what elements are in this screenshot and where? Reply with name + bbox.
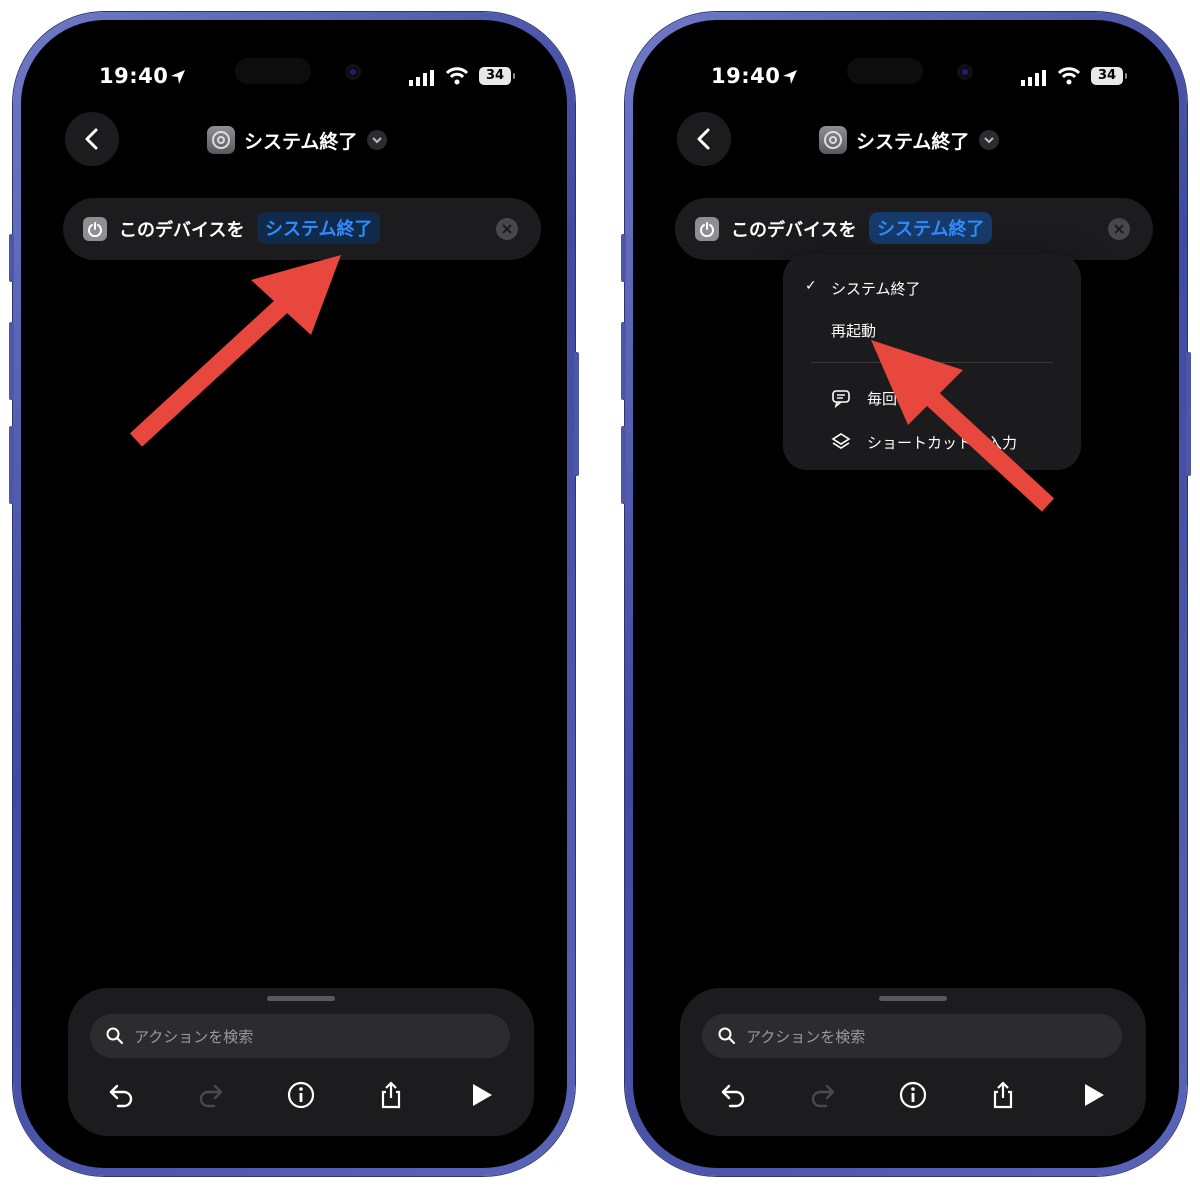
action-parameter[interactable]: システム終了 <box>869 212 993 244</box>
redo-icon[interactable] <box>808 1080 838 1110</box>
volume-down-button <box>621 426 626 504</box>
undo-icon[interactable] <box>718 1080 748 1110</box>
power-icon <box>83 217 107 241</box>
screen-left: 19:40 34 システム終了 このデバイスを システム終了 アクションを検索 <box>21 20 567 1168</box>
settings-gear-icon <box>819 126 847 154</box>
back-button[interactable] <box>65 112 119 166</box>
info-icon[interactable] <box>286 1080 316 1110</box>
wifi-icon <box>445 67 469 85</box>
location-arrow-icon <box>171 70 185 84</box>
play-icon[interactable] <box>1078 1080 1108 1110</box>
cellular-signal-icon <box>409 70 434 86</box>
screen-right: 19:40 34 システム終了 このデバイスを システム終了 ✓ システム終了 … <box>633 20 1179 1168</box>
action-button <box>621 234 626 282</box>
back-button[interactable] <box>677 112 731 166</box>
redo-icon[interactable] <box>196 1080 226 1110</box>
wifi-icon <box>1057 67 1081 85</box>
volume-down-button <box>9 426 14 504</box>
volume-up-button <box>9 322 14 400</box>
sheet-grabber[interactable] <box>879 996 947 1001</box>
location-arrow-icon <box>783 70 797 84</box>
battery-indicator: 34 <box>479 67 515 85</box>
play-icon[interactable] <box>466 1080 496 1110</box>
power-icon <box>695 217 719 241</box>
settings-gear-icon <box>207 126 235 154</box>
search-placeholder: アクションを検索 <box>746 1028 866 1046</box>
menu-item-shutdown[interactable]: ✓ システム終了 <box>783 270 1081 306</box>
checkmark-icon: ✓ <box>805 278 817 294</box>
close-icon <box>502 224 512 234</box>
speech-bubble-icon <box>832 390 850 408</box>
shortcut-title[interactable]: システム終了 <box>819 126 1000 154</box>
remove-action-button[interactable] <box>496 218 518 240</box>
front-camera <box>957 64 973 80</box>
chevron-left-icon <box>85 128 98 150</box>
undo-icon[interactable] <box>106 1080 136 1110</box>
action-search-sheet: アクションを検索 <box>68 988 534 1136</box>
action-search-sheet: アクションを検索 <box>680 988 1146 1136</box>
phone-frame-left: 19:40 34 システム終了 このデバイスを システム終了 アクションを検索 <box>9 12 579 1176</box>
front-camera <box>345 64 361 80</box>
close-icon <box>1114 224 1124 234</box>
search-input[interactable]: アクションを検索 <box>90 1014 510 1058</box>
chevron-left-icon <box>697 128 710 150</box>
search-placeholder: アクションを検索 <box>134 1028 254 1046</box>
action-button <box>9 234 14 282</box>
action-text: このデバイスを <box>731 220 857 241</box>
page-title: システム終了 <box>856 130 970 153</box>
remove-action-button[interactable] <box>1108 218 1130 240</box>
layers-icon <box>831 433 851 449</box>
power-button <box>574 352 579 476</box>
power-button <box>1186 352 1191 476</box>
volume-up-button <box>621 322 626 400</box>
action-parameter[interactable]: システム終了 <box>257 212 381 244</box>
action-card[interactable]: このデバイスを システム終了 <box>675 198 1153 260</box>
share-icon[interactable] <box>376 1080 406 1110</box>
sheet-grabber[interactable] <box>267 996 335 1001</box>
dynamic-island <box>235 58 311 84</box>
menu-item-label: システム終了 <box>831 280 921 298</box>
phone-frame-right: 19:40 34 システム終了 このデバイスを システム終了 ✓ システム終了 … <box>621 12 1191 1176</box>
info-icon[interactable] <box>898 1080 928 1110</box>
search-icon <box>106 1027 124 1045</box>
annotation-arrow <box>129 255 341 447</box>
status-time: 19:40 <box>711 64 781 88</box>
cellular-signal-icon <box>1021 70 1046 86</box>
chevron-down-icon[interactable] <box>367 130 388 150</box>
shortcut-title[interactable]: システム終了 <box>207 126 388 154</box>
status-time: 19:40 <box>99 64 169 88</box>
search-icon <box>718 1027 736 1045</box>
dynamic-island <box>847 58 923 84</box>
search-input[interactable]: アクションを検索 <box>702 1014 1122 1058</box>
chevron-down-icon[interactable] <box>979 130 1000 150</box>
share-icon[interactable] <box>988 1080 1018 1110</box>
annotation-arrow <box>871 340 1055 512</box>
battery-indicator: 34 <box>1091 67 1127 85</box>
page-title: システム終了 <box>244 130 358 153</box>
action-text: このデバイスを <box>119 220 245 241</box>
